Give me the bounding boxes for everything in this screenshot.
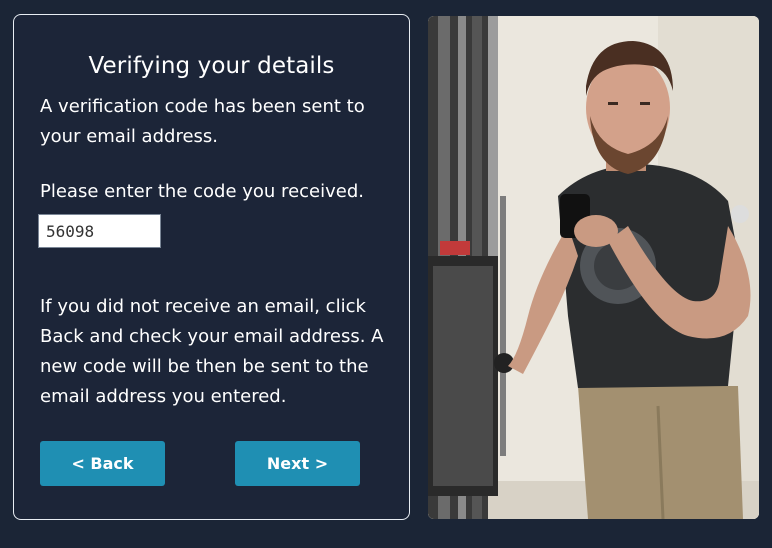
back-button[interactable]: < Back — [40, 441, 165, 486]
verification-panel: Verifying your details A verification co… — [13, 14, 410, 520]
person-with-phone-image — [428, 16, 759, 519]
prompt-text: Please enter the code you received. — [40, 181, 364, 202]
intro-text: A verification code has been sent to you… — [40, 96, 365, 147]
user-photo — [428, 16, 759, 519]
verification-code-input[interactable] — [38, 214, 161, 248]
next-button[interactable]: Next > — [235, 441, 360, 486]
page-title: Verifying your details — [88, 53, 335, 79]
help-text: If you did not receive an email, click B… — [40, 296, 384, 407]
